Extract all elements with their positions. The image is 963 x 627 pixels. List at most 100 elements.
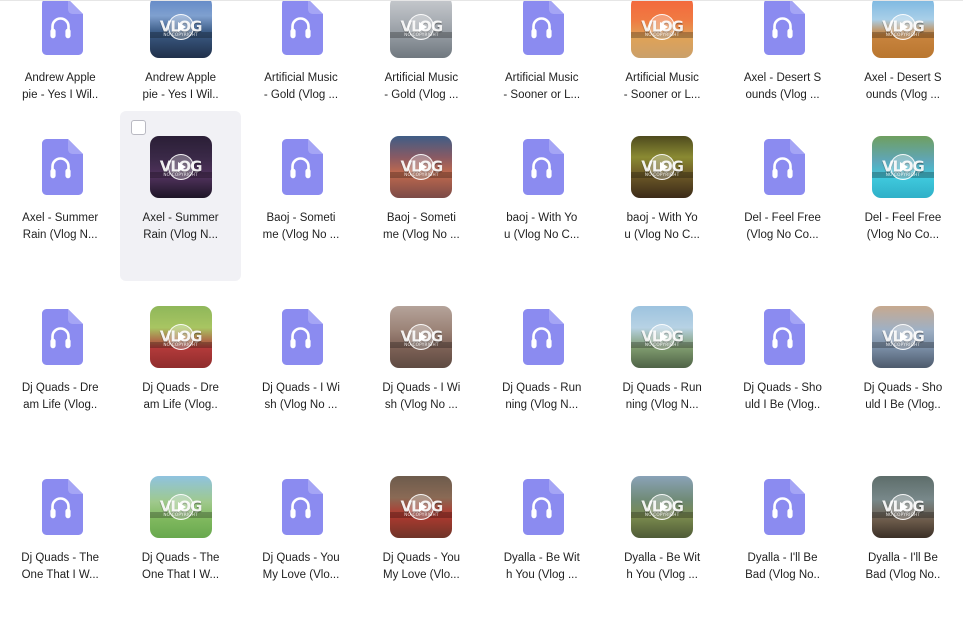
item-thumbnail[interactable] [269, 475, 333, 539]
item-thumbnail[interactable] [269, 305, 333, 369]
item-thumbnail[interactable] [510, 1, 574, 59]
item-thumbnail[interactable] [510, 305, 574, 369]
item-label: Dj Quads - You My Love (Vlo... [382, 552, 461, 581]
play-triangle-icon [659, 22, 668, 32]
play-icon [889, 154, 916, 180]
file-grid-item[interactable]: VLOG NO COPYRIGHT Artificial Music - Soone… [602, 1, 722, 111]
item-label: Baoj - Someti me (Vlog No ... [383, 212, 460, 241]
video-thumbnail-image: VLOG NO COPYRIGHT [871, 476, 934, 538]
file-grid-item[interactable]: Axel - Summer Rain (Vlog N... [0, 111, 120, 281]
item-thumbnail[interactable]: VLOG NO COPYRIGHT [149, 475, 213, 539]
item-thumbnail[interactable] [751, 135, 815, 199]
play-icon [649, 154, 676, 180]
file-grid-item[interactable]: VLOG NO COPYRIGHT Dj Quads - Sho uld I Be … [843, 281, 963, 451]
file-grid-item[interactable]: Dj Quads - The One That I W... [0, 451, 120, 621]
file-grid-item[interactable]: VLOG NO COPYRIGHT Artificial Music - Gold … [361, 1, 481, 111]
file-grid-item[interactable]: Dj Quads - Dre am Life (Vlog.. [0, 281, 120, 451]
item-thumbnail[interactable]: VLOG NO COPYRIGHT [871, 1, 935, 59]
item-thumbnail[interactable] [269, 135, 333, 199]
item-label: Andrew Apple pie - Yes I Wil.. [142, 72, 219, 101]
file-grid-item[interactable]: Dj Quads - Sho uld I Be (Vlog.. [722, 281, 842, 451]
item-thumbnail[interactable]: VLOG NO COPYRIGHT [630, 475, 694, 539]
video-thumbnail-image: VLOG NO COPYRIGHT [631, 306, 694, 368]
item-thumbnail[interactable]: VLOG NO COPYRIGHT [871, 135, 935, 199]
item-thumbnail[interactable] [28, 135, 92, 199]
file-grid-item[interactable]: Dj Quads - You My Love (Vlo... [241, 451, 361, 621]
item-thumbnail[interactable]: VLOG NO COPYRIGHT [389, 1, 453, 59]
item-thumbnail[interactable]: VLOG NO COPYRIGHT [871, 305, 935, 369]
play-triangle-icon [900, 22, 909, 32]
play-icon [649, 324, 676, 350]
play-triangle-icon [659, 162, 668, 172]
item-thumbnail[interactable] [28, 475, 92, 539]
item-label: Artificial Music - Gold (Vlog ... [384, 72, 459, 101]
file-grid-item[interactable]: VLOG NO COPYRIGHT Dyalla - Be Wit h You (V… [602, 451, 722, 621]
item-thumbnail[interactable]: VLOG NO COPYRIGHT [149, 305, 213, 369]
audio-file-icon [519, 309, 565, 365]
item-thumbnail[interactable]: VLOG NO COPYRIGHT [149, 1, 213, 59]
file-grid-item[interactable]: Dyalla - I'll Be Bad (Vlog No.. [722, 451, 842, 621]
play-icon [889, 324, 916, 350]
item-thumbnail[interactable]: VLOG NO COPYRIGHT [630, 1, 694, 59]
item-thumbnail[interactable]: VLOG NO COPYRIGHT [630, 305, 694, 369]
file-grid-item[interactable]: VLOG NO COPYRIGHT Dj Quads - You My Love (… [361, 451, 481, 621]
play-triangle-icon [900, 332, 909, 342]
file-grid-item[interactable]: VLOG NO COPYRIGHT Dj Quads - Dre am Life (… [120, 281, 240, 451]
play-icon [889, 494, 916, 520]
audio-file-icon [278, 479, 324, 535]
item-thumbnail[interactable]: VLOG NO COPYRIGHT [149, 135, 213, 199]
play-triangle-icon [418, 332, 427, 342]
play-triangle-icon [900, 162, 909, 172]
file-grid-item[interactable]: VLOG NO COPYRIGHT Baoj - Someti me (Vlog N… [361, 111, 481, 281]
file-grid-item[interactable]: VLOG NO COPYRIGHT Del - Feel Free (Vlog No… [843, 111, 963, 281]
item-thumbnail[interactable]: VLOG NO COPYRIGHT [389, 305, 453, 369]
file-grid-item[interactable]: Baoj - Someti me (Vlog No ... [241, 111, 361, 281]
file-grid-row: Axel - Summer Rain (Vlog N... VLOG NO COPY… [0, 111, 963, 281]
item-label: Dj Quads - You My Love (Vlo... [262, 552, 340, 581]
file-grid-item[interactable]: VLOG NO COPYRIGHT Dj Quads - The One That … [120, 451, 240, 621]
video-thumbnail-image: VLOG NO COPYRIGHT [149, 136, 212, 198]
item-label: Artificial Music - Gold (Vlog ... [263, 72, 339, 101]
file-grid-item[interactable]: VLOG NO COPYRIGHT Axel - Desert S ounds (V… [843, 1, 963, 111]
video-thumbnail-image: VLOG NO COPYRIGHT [871, 306, 934, 368]
play-triangle-icon [418, 502, 427, 512]
file-grid-item[interactable]: VLOG NO COPYRIGHT Dyalla - I'll Be Bad (Vl… [843, 451, 963, 621]
item-thumbnail[interactable] [751, 305, 815, 369]
file-grid-item[interactable]: Dj Quads - Run ning (Vlog N... [482, 281, 602, 451]
file-grid-item[interactable]: VLOG NO COPYRIGHT baoj - With Yo u (Vlog N… [602, 111, 722, 281]
play-icon [167, 324, 194, 350]
file-grid-item[interactable]: VLOG NO COPYRIGHT Dj Quads - Run ning (Vlo… [602, 281, 722, 451]
item-label: Artificial Music - Sooner or L... [623, 72, 701, 101]
file-grid-item[interactable]: Dyalla - Be Wit h You (Vlog ... [482, 451, 602, 621]
file-grid-item[interactable]: VLOG NO COPYRIGHT Dj Quads - I Wi sh (Vlog… [361, 281, 481, 451]
audio-file-icon [38, 1, 83, 55]
item-thumbnail[interactable]: VLOG NO COPYRIGHT [389, 475, 453, 539]
file-grid-item[interactable]: Dj Quads - I Wi sh (Vlog No ... [241, 281, 361, 451]
item-thumbnail[interactable]: VLOG NO COPYRIGHT [630, 135, 694, 199]
file-grid-view[interactable]: Andrew Apple pie - Yes I Wil.. VLOG NO COP… [0, 0, 963, 627]
file-grid-item[interactable]: Artificial Music - Sooner or L... [482, 1, 602, 111]
item-thumbnail[interactable] [751, 475, 815, 539]
item-thumbnail[interactable] [28, 305, 92, 369]
play-triangle-icon [418, 22, 427, 32]
file-grid-item[interactable]: VLOG NO COPYRIGHT Axel - Summer Rain (Vlog… [120, 111, 241, 281]
file-grid-item[interactable]: Artificial Music - Gold (Vlog ... [241, 1, 361, 111]
item-thumbnail[interactable] [510, 135, 574, 199]
file-grid-item[interactable]: Axel - Desert S ounds (Vlog ... [722, 1, 842, 111]
item-label: Dj Quads - I Wi sh (Vlog No ... [261, 382, 340, 411]
file-grid-item[interactable]: Del - Feel Free (Vlog No Co... [722, 111, 842, 281]
item-label: Dyalla - Be Wit h You (Vlog ... [503, 552, 580, 581]
video-thumbnail-image: VLOG NO COPYRIGHT [631, 476, 694, 538]
item-thumbnail[interactable]: VLOG NO COPYRIGHT [389, 135, 453, 199]
item-thumbnail[interactable] [269, 1, 333, 59]
file-grid-item[interactable]: baoj - With Yo u (Vlog No C... [482, 111, 602, 281]
item-thumbnail[interactable] [28, 1, 92, 59]
item-select-checkbox[interactable] [131, 120, 147, 135]
item-thumbnail[interactable]: VLOG NO COPYRIGHT [871, 475, 935, 539]
video-thumbnail-image: VLOG NO COPYRIGHT [390, 306, 453, 368]
item-thumbnail[interactable] [510, 475, 574, 539]
file-grid-item[interactable]: VLOG NO COPYRIGHT Andrew Apple pie - Yes I… [120, 1, 240, 111]
file-grid-item[interactable]: Andrew Apple pie - Yes I Wil.. [0, 1, 120, 111]
item-thumbnail[interactable] [751, 1, 815, 59]
video-thumbnail-image: VLOG NO COPYRIGHT [149, 1, 212, 58]
